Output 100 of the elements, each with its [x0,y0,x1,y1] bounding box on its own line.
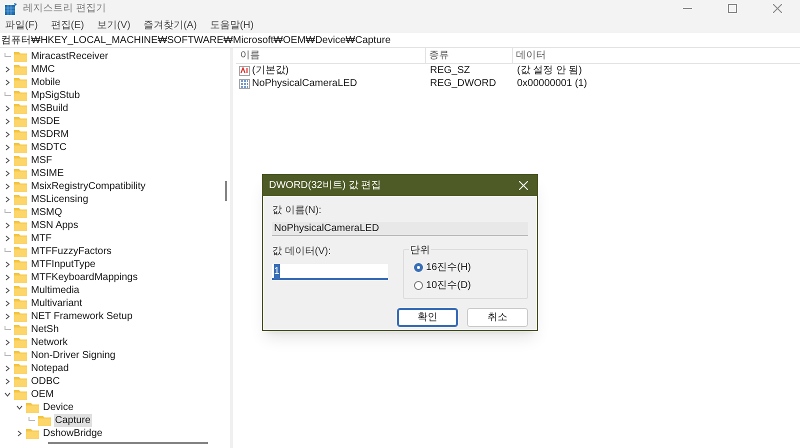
tree-item[interactable]: DshowBridge [42,427,104,440]
tree-item[interactable]: Capture [54,414,92,427]
binary-value-icon [239,78,250,88]
value-data: (값 설정 안 됨) [516,64,582,78]
menu-item[interactable]: 즐겨찾기(A) [143,18,197,32]
ok-button[interactable]: 확인 [397,308,458,327]
tree-item[interactable]: Notepad [30,362,70,375]
value-data: 0x00000001 (1) [516,77,588,91]
chevron-right-icon[interactable] [4,339,11,346]
column-header[interactable]: 이름 [236,48,426,63]
tree-item[interactable]: MSDRM [30,128,70,141]
folder-icon [14,207,27,218]
vertical-scrollbar[interactable] [225,181,227,201]
tree-item[interactable]: MTFFuzzyFactors [30,245,113,258]
tree-item[interactable]: MTF [30,232,53,245]
folder-icon [14,103,27,114]
folder-icon [14,116,27,127]
folder-icon [14,376,27,387]
app-icon [5,2,17,14]
folder-icon [14,142,27,153]
tree-item[interactable]: MTFKeyboardMappings [30,271,139,284]
field-label: 값 데이터(V): [272,245,332,259]
tree-item[interactable]: NetSh [30,323,60,336]
folder-icon [14,64,27,75]
column-header[interactable]: 데이터 [513,48,546,63]
folder-icon [14,259,27,270]
folder-icon [26,402,39,413]
radio-option[interactable]: 10진수(D) [414,276,527,294]
tree-item[interactable]: MpSigStub [30,89,81,102]
folder-icon [14,220,27,231]
folder-icon [14,129,27,140]
value-data-field[interactable]: 1 [272,264,388,280]
tree-item[interactable]: MSBuild [30,102,70,115]
maximize-icon [728,4,737,13]
tree-item[interactable]: MSN Apps [30,219,80,232]
tree-item[interactable]: ODBC [30,375,61,388]
folder-icon [14,285,27,296]
folder-icon [14,389,27,400]
tree-line-icon [28,417,35,424]
close-icon [773,4,782,13]
tree-line-icon [4,248,11,255]
window-title: 레지스트리 편집기 [23,2,106,16]
tree-item[interactable]: MTFInputType [30,258,96,271]
tree-item[interactable]: Mobile [30,76,62,89]
folder-icon [14,272,27,283]
tree-item[interactable]: Device [42,401,75,414]
radio-option[interactable]: 16진수(H) [414,258,527,276]
tree-item[interactable]: NET Framework Setup [30,310,134,323]
dialog-title: DWORD(32비트) 값 편집 [269,179,382,193]
string-value-icon [239,66,250,76]
menu-item[interactable]: 편집(E) [50,18,84,32]
tree-item[interactable]: MiracastReceiver [30,50,110,63]
folder-icon [14,350,27,361]
folder-icon [14,51,27,62]
menu-item[interactable]: 도움말(H) [210,18,254,32]
folder-icon [14,324,27,335]
column-header[interactable]: 종류 [426,48,513,63]
tree-line-icon [4,352,11,359]
menu-item[interactable]: 파일(F) [5,18,38,32]
value-name: NoPhysicalCameraLED [252,77,358,91]
value-name-field[interactable]: NoPhysicalCameraLED [272,222,528,236]
folder-icon [14,311,27,322]
radio-button[interactable] [414,280,423,290]
folder-icon [14,246,27,257]
folder-icon [14,168,27,179]
folder-icon [14,298,27,309]
horizontal-scrollbar[interactable] [48,442,208,444]
folder-icon [14,181,27,192]
tree-item[interactable]: OEM [30,388,55,401]
tree-line-icon [4,53,11,60]
value-name: (기본값) [252,64,289,78]
close-icon [518,181,528,190]
tree-item[interactable]: MSDE [30,115,61,128]
tree-item[interactable]: MMC [30,63,56,76]
folder-icon [14,77,27,88]
tree-item[interactable]: MSMQ [30,206,64,219]
tree-line-icon [4,92,11,99]
tree-item[interactable]: MSLicensing [30,193,90,206]
tree-item[interactable]: Network [30,336,69,349]
menu-item[interactable]: 보기(V) [97,18,130,32]
tree-item[interactable]: Multimedia [30,284,80,297]
tree-item[interactable]: MSF [30,154,54,167]
value-type: REG_SZ [429,64,472,78]
cancel-button[interactable]: 취소 [467,308,528,327]
chevron-right-icon[interactable] [16,430,23,437]
folder-icon [14,363,27,374]
tree-item[interactable]: MSIME [30,167,65,180]
address-bar[interactable]: 컴퓨터₩HKEY_LOCAL_MACHINE₩SOFTWARE₩Microsoft₩OEM₩Device₩Capture [0,33,800,48]
folder-icon [38,415,51,426]
value-type: REG_DWORD [429,77,498,91]
radio-button[interactable] [414,262,423,272]
folder-icon [26,428,39,439]
tree-line-icon [4,326,11,333]
tree-item[interactable]: MSDTC [30,141,68,154]
tree-item[interactable]: MsixRegistryCompatibility [30,180,146,193]
folder-icon [14,90,27,101]
tree-item[interactable]: Multivariant [30,297,84,310]
folder-icon [14,233,27,244]
tree-item[interactable]: Non-Driver Signing [30,349,116,362]
folder-icon [14,155,27,166]
